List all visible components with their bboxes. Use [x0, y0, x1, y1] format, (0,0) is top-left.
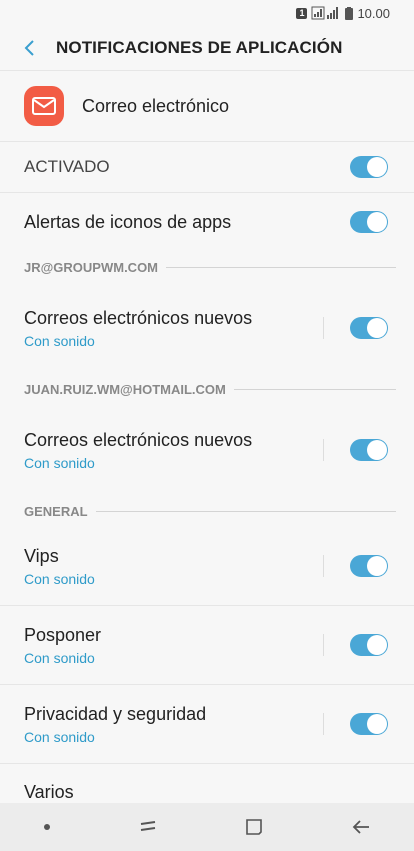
activado-row[interactable]: ACTIVADO: [0, 142, 414, 193]
activado-label: ACTIVADO: [24, 157, 110, 176]
item-label: Correos electrónicos nuevos: [24, 307, 253, 328]
item-label: Varios: [24, 782, 74, 802]
battery-icon: [345, 6, 354, 20]
item-toggle[interactable]: [350, 713, 388, 735]
navigation-bar: [0, 803, 414, 851]
item-label: Privacidad y seguridad: [24, 703, 207, 724]
back-nav-button[interactable]: [351, 819, 371, 835]
clock: 10.00: [357, 5, 390, 21]
section-title: GENERAL: [24, 503, 88, 519]
vertical-divider: [323, 555, 324, 577]
home-button[interactable]: [244, 817, 264, 837]
item-label: Posponer: [24, 624, 102, 645]
vertical-divider: [323, 317, 324, 339]
envelope-icon: [32, 97, 56, 115]
section-header-general: GENERAL: [0, 495, 414, 527]
list-item[interactable]: Vips Con sonido: [0, 527, 414, 606]
list-item[interactable]: Correos electrónicos nuevos Con sonido: [0, 405, 414, 495]
section-title: JUAN.RUIZ.WM@HOTMAIL.COM: [24, 381, 226, 397]
app-name: Correo electrónico: [82, 95, 230, 116]
email-app-icon: [24, 86, 64, 126]
alertas-toggle[interactable]: [350, 211, 388, 233]
list-item[interactable]: Posponer Con sonido: [0, 606, 414, 685]
back-button[interactable]: [18, 37, 40, 59]
page-title: NOTIFICACIONES DE APLICACIÓN: [56, 38, 343, 57]
vertical-divider: [323, 439, 324, 461]
alertas-label: Alertas de iconos de apps: [24, 211, 232, 232]
section-header-jr: JR@GROUPWM.COM: [0, 251, 414, 283]
signal-icon: [311, 6, 339, 20]
item-label: Vips: [24, 545, 59, 566]
item-label: Correos electrónicos nuevos: [24, 429, 253, 450]
item-sub: Con sonido: [24, 570, 95, 587]
vertical-divider: [323, 713, 324, 735]
sim-badge: 1: [296, 7, 308, 19]
item-toggle[interactable]: [350, 439, 388, 461]
item-sub: Con sonido: [24, 649, 95, 666]
section-header-hotmail: JUAN.RUIZ.WM@HOTMAIL.COM: [0, 373, 414, 405]
item-toggle[interactable]: [350, 555, 388, 577]
dot-indicator-icon: [44, 824, 51, 830]
list-item[interactable]: Privacidad y seguridad Con sonido: [0, 685, 414, 764]
item-sub: Con sonido: [24, 332, 95, 349]
section-divider: [95, 510, 396, 512]
recents-button[interactable]: [138, 819, 158, 835]
alertas-row[interactable]: Alertas de iconos de apps: [0, 193, 414, 251]
section-divider: [166, 266, 396, 268]
app-bar: NOTIFICACIONES DE APLICACIÓN: [0, 26, 414, 71]
chevron-left-icon: [24, 40, 34, 56]
section-divider: [233, 388, 396, 390]
list-item[interactable]: Correos electrónicos nuevos Con sonido: [0, 283, 414, 373]
item-sub: Con sonido: [24, 728, 95, 745]
item-sub: Con sonido: [24, 454, 95, 471]
item-toggle[interactable]: [350, 634, 388, 656]
vertical-divider: [323, 634, 324, 656]
app-info-row: Correo electrónico: [0, 71, 414, 142]
status-bar: 1 10.00: [0, 0, 414, 26]
item-toggle[interactable]: [350, 317, 388, 339]
activado-toggle[interactable]: [350, 156, 388, 178]
section-title: JR@GROUPWM.COM: [24, 259, 159, 275]
